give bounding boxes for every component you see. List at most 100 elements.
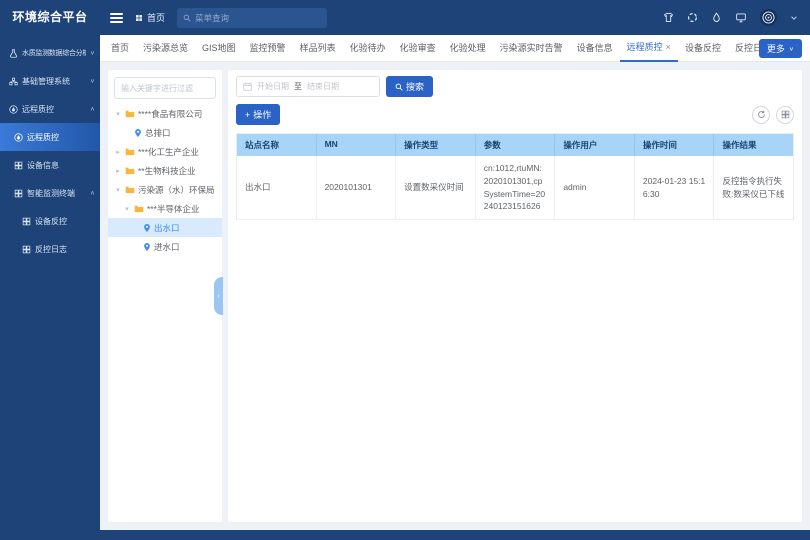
tree-node-main-outlet[interactable]: 总排口 <box>108 123 222 142</box>
date-range-separator: 至 <box>294 81 302 92</box>
panel-collapse-handle[interactable]: ‹ <box>214 277 223 315</box>
footer-strip <box>100 530 810 540</box>
tab-remote-qc[interactable]: 远程质控 × <box>620 35 678 62</box>
grid-icon <box>22 217 31 226</box>
date-range-picker[interactable]: 开始日期 至 结束日期 <box>236 76 380 97</box>
cell-op-result: 反控指令执行失败:数采仪已下线 <box>714 156 793 219</box>
sidebar-item-base-system[interactable]: 基础管理系统 ∨ <box>0 67 100 95</box>
chevron-up-icon: ∧ <box>90 106 95 112</box>
sidebar-item-remote-qc[interactable]: 远程质控 <box>0 123 100 151</box>
chevron-down-icon: ∨ <box>789 45 794 51</box>
column-header-params: 参数 <box>476 134 556 156</box>
chevron-left-icon: ‹ <box>217 293 219 300</box>
menu-search-input[interactable] <box>195 13 321 23</box>
breadcrumb-home-label: 首页 <box>147 11 165 24</box>
search-icon <box>183 14 191 22</box>
site-tree: ▾ ****食品有限公司 总排口 ▸ ***化工生产企业 <box>108 104 222 256</box>
column-header-op-time: 操作时间 <box>635 134 715 156</box>
hamburger-menu-icon[interactable] <box>110 13 123 23</box>
column-header-op-user: 操作用户 <box>555 134 635 156</box>
monitor-icon[interactable] <box>735 12 747 23</box>
map-pin-icon <box>143 223 151 233</box>
tree-filter-input[interactable] <box>114 77 216 99</box>
tree-node-semiconductor-company[interactable]: ▾ ***半导体企业 <box>108 199 222 218</box>
sidebar-item-label: 设备信息 <box>27 160 59 171</box>
search-button[interactable]: 搜索 <box>386 76 433 97</box>
tree-node-biotech-company[interactable]: ▸ **生物科技企业 <box>108 161 222 180</box>
tab-sample-list[interactable]: 样品列表 <box>293 35 343 62</box>
grid-icon <box>14 189 23 198</box>
tree-node-outlet[interactable]: 出水口 <box>108 218 222 237</box>
close-icon[interactable]: × <box>666 35 671 60</box>
caret-down-icon[interactable]: ▾ <box>114 110 122 118</box>
sidebar-item-device-info[interactable]: 设备信息 <box>0 151 100 179</box>
sidebar-item-label: 远程质控 <box>27 132 59 143</box>
tab-home[interactable]: 首页 <box>104 35 136 62</box>
caret-right-icon[interactable]: ▸ <box>114 148 122 156</box>
tree-node-chemical-company[interactable]: ▸ ***化工生产企业 <box>108 142 222 161</box>
tab-bar: 首页 污染源总览 GIS地图 监控预警 样品列表 化验待办 化验审查 化验处理 … <box>100 35 810 62</box>
tree-node-label: ***化工生产企业 <box>138 146 199 158</box>
tab-realtime-alarm[interactable]: 污染源实时告警 <box>493 35 570 62</box>
column-header-mn: MN <box>317 134 397 156</box>
sidebar-item-smart-terminal[interactable]: 智能监测终端 ∧ <box>0 179 100 207</box>
search-toolbar: 开始日期 至 结束日期 搜索 <box>236 76 794 97</box>
chevron-down-icon: ∨ <box>90 50 95 56</box>
more-button-label: 更多 <box>767 42 785 55</box>
tab-lab-review[interactable]: 化验审查 <box>393 35 443 62</box>
calendar-icon <box>243 82 252 91</box>
sitemap-icon <box>9 77 18 86</box>
caret-down-icon[interactable]: ▾ <box>123 205 131 213</box>
segmented-circle-icon[interactable] <box>687 12 698 23</box>
avatar[interactable] <box>760 9 777 26</box>
refresh-button[interactable] <box>752 106 770 124</box>
tab-gis-map[interactable]: GIS地图 <box>195 35 243 62</box>
drop-circle-icon <box>9 105 18 114</box>
tab-pollution-overview[interactable]: 污染源总览 <box>136 35 195 62</box>
topbar-actions <box>663 9 798 26</box>
theme-skin-icon[interactable] <box>663 12 674 23</box>
chevron-up-icon: ∧ <box>90 190 95 196</box>
tree-node-label: 污染源（水）环保局 <box>138 184 215 196</box>
sidebar-item-label: 基础管理系统 <box>22 76 70 87</box>
app-title: 环境综合平台 <box>0 0 100 35</box>
water-drop-icon[interactable] <box>711 12 722 23</box>
tree-node-inlet[interactable]: 进水口 <box>108 237 222 256</box>
topbar: 首页 <box>100 0 810 35</box>
chevron-down-icon[interactable] <box>790 14 798 22</box>
tab-lab-process[interactable]: 化验处理 <box>443 35 493 62</box>
tree-node-label: 总排口 <box>145 127 171 139</box>
tree-node-food-company[interactable]: ▾ ****食品有限公司 <box>108 104 222 123</box>
sidebar-item-water-analysis[interactable]: 水质监测数据综合分析 ∨ <box>0 39 100 67</box>
app-root: 环境综合平台 水质监测数据综合分析 ∨ 基础管理系统 ∨ 远 <box>0 0 810 540</box>
cell-params: cn:1012,rtuMN:2020101301,cpSystemTime=20… <box>476 156 556 219</box>
caret-down-icon[interactable]: ▾ <box>114 186 122 194</box>
tree-node-label: **生物科技企业 <box>138 165 196 177</box>
tab-device-info[interactable]: 设备信息 <box>570 35 620 62</box>
sidebar-item-control-log[interactable]: 反控日志 <box>0 235 100 263</box>
table-row[interactable]: 出水口 2020101301 设置数采仪时间 cn:1012,rtuMN:202… <box>237 156 793 220</box>
drop-circle-icon <box>14 133 23 142</box>
sidebar-item-device-control[interactable]: 设备反控 <box>0 207 100 235</box>
tab-lab-todo[interactable]: 化验待办 <box>343 35 393 62</box>
main-column: 首页 <box>100 0 810 540</box>
sidebar-menu: 水质监测数据综合分析 ∨ 基础管理系统 ∨ 远程质控 ∧ <box>0 35 100 263</box>
sidebar-item-remote-qc-parent[interactable]: 远程质控 ∧ <box>0 95 100 123</box>
sidebar-item-label: 远程质控 <box>22 104 54 115</box>
tab-device-control[interactable]: 设备反控 <box>678 35 728 62</box>
breadcrumb-home[interactable]: 首页 <box>135 11 165 24</box>
flask-icon <box>9 49 18 58</box>
refresh-icon <box>757 110 766 119</box>
operate-button[interactable]: + 操作 <box>236 104 280 125</box>
more-button[interactable]: 更多 ∨ <box>759 39 802 58</box>
column-settings-button[interactable] <box>776 106 794 124</box>
tab-monitor-alarm[interactable]: 监控预警 <box>243 35 293 62</box>
cell-op-time: 2024-01-23 15:16:30 <box>635 156 715 219</box>
tree-node-epa-bureau[interactable]: ▾ 污染源（水）环保局 <box>108 180 222 199</box>
sidebar-item-label: 反控日志 <box>35 244 67 255</box>
end-date-placeholder: 结束日期 <box>307 81 339 92</box>
start-date-placeholder: 开始日期 <box>257 81 289 92</box>
plus-icon: + <box>245 110 250 120</box>
caret-right-icon[interactable]: ▸ <box>114 167 122 175</box>
folder-icon <box>125 166 135 175</box>
